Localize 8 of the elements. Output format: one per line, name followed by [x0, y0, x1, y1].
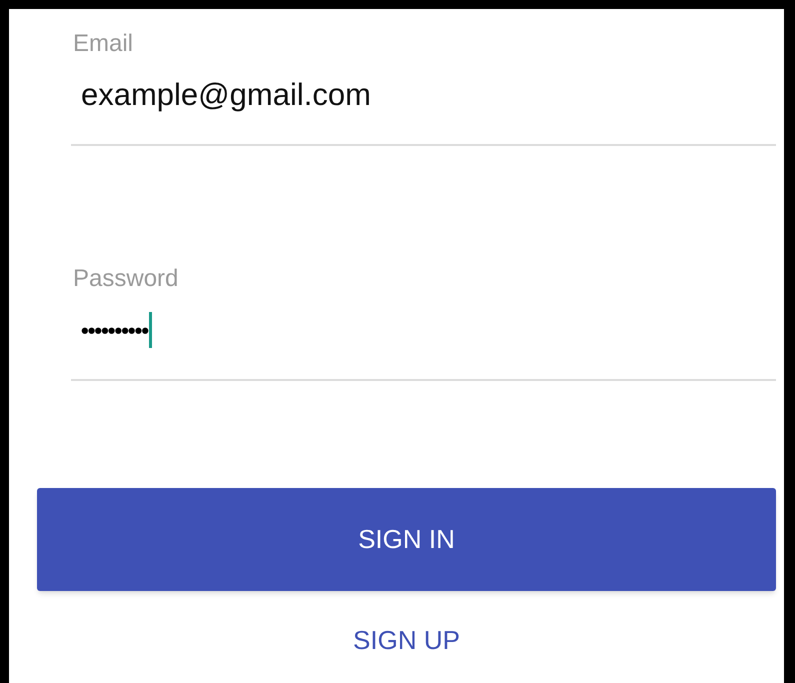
- text-field[interactable]: Email example@gmail.com: [71, 29, 776, 146]
- sign-up-link[interactable]: SIGN UP: [353, 625, 460, 655]
- field-label: Email: [72, 29, 134, 59]
- field-label: Password: [72, 264, 180, 294]
- sign-in-button[interactable]: SIGN IN: [37, 488, 776, 591]
- field-value: ••••••••••: [81, 316, 148, 344]
- text-field[interactable]: Password ••••••••••: [71, 264, 776, 381]
- field-value: example@gmail.com: [81, 76, 371, 114]
